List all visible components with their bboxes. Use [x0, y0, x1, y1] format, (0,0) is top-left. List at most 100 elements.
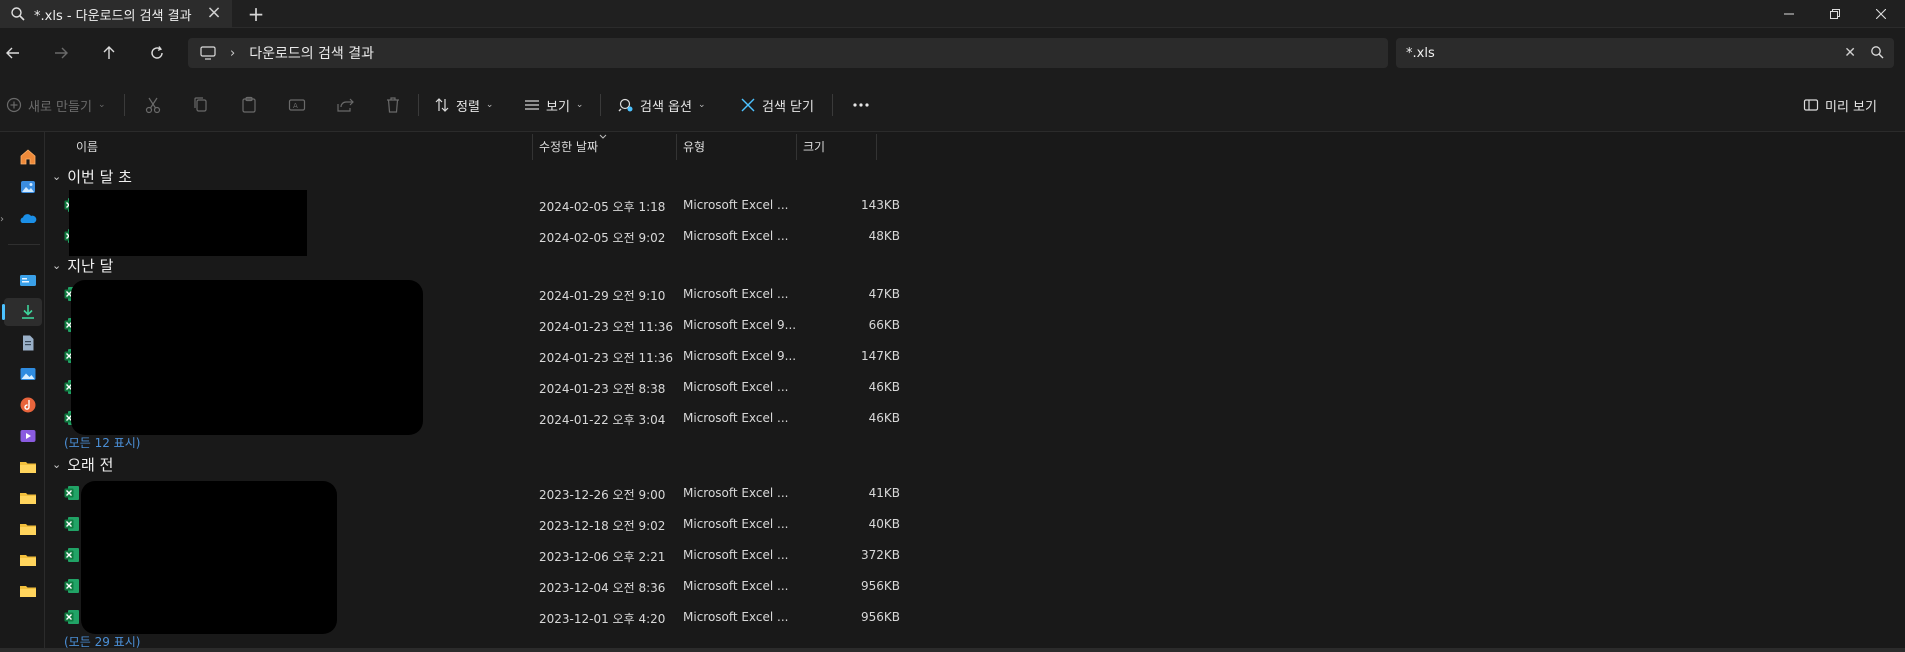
file-size: 41KB — [868, 486, 900, 500]
file-size: 147KB — [860, 349, 900, 363]
redacted-filenames — [81, 481, 337, 634]
more-options-button[interactable] — [852, 92, 876, 118]
close-window-button[interactable] — [1859, 0, 1903, 28]
view-button[interactable]: 보기 ⌄ — [524, 92, 583, 118]
tab-search-results[interactable]: *.xls - 다운로드의 검색 결과 × — [0, 0, 232, 28]
restore-button[interactable] — [1813, 0, 1857, 28]
column-header-size[interactable]: 크기 — [803, 132, 825, 160]
restore-icon — [1830, 9, 1840, 19]
column-resize-handle[interactable] — [676, 134, 677, 160]
music-icon[interactable] — [19, 396, 37, 414]
new-tab-button[interactable]: + — [244, 3, 268, 25]
chevron-right-icon[interactable]: › — [0, 214, 4, 225]
column-header-name[interactable]: 이름 — [76, 132, 98, 160]
computer-icon — [200, 46, 216, 60]
forward-button[interactable] — [48, 40, 74, 66]
file-size: 143KB — [860, 198, 900, 212]
new-button-label: 새로 만들기 — [28, 99, 92, 115]
group-header[interactable]: ⌄ 이번 달 초 — [52, 166, 132, 187]
column-header-date-label: 수정한 날짜 — [539, 139, 599, 154]
close-search-label: 검색 닫기 — [762, 99, 814, 115]
chevron-down-icon: ⌄ — [52, 259, 62, 272]
videos-icon[interactable] — [19, 427, 37, 445]
paste-icon[interactable] — [239, 95, 259, 115]
file-date: 2024-01-23 오전 11:36 — [539, 351, 674, 365]
preview-pane-icon — [1803, 99, 1819, 111]
search-options-label: 검색 옵션 — [640, 99, 692, 115]
minimize-button[interactable] — [1767, 0, 1811, 28]
onedrive-icon[interactable] — [19, 210, 37, 228]
file-date: 2023-12-04 오전 8:36 — [539, 581, 666, 595]
search-icon[interactable] — [1870, 45, 1884, 59]
search-box[interactable]: ✕ — [1396, 38, 1894, 68]
excel-file-icon — [64, 517, 79, 531]
chevron-down-icon: ⌄ — [52, 170, 62, 183]
share-icon[interactable] — [335, 95, 355, 115]
close-search-button[interactable]: 검색 닫기 — [740, 92, 814, 118]
group-header[interactable]: ⌄ 오래 전 — [52, 454, 113, 475]
gallery-icon[interactable] — [19, 178, 37, 196]
redacted-filenames — [69, 190, 307, 256]
column-header-date[interactable]: 수정한 날짜 — [539, 132, 598, 160]
new-button[interactable]: 새로 만들기 ⌄ — [6, 92, 105, 118]
folder-icon[interactable] — [19, 489, 37, 507]
toolbar-divider — [832, 94, 833, 116]
chevron-down-icon: ⌄ — [97, 100, 106, 110]
chevron-down-icon: ⌄ — [485, 100, 494, 110]
search-options-icon — [618, 98, 633, 112]
search-options-button[interactable]: 검색 옵션 ⌄ — [618, 92, 706, 118]
documents-icon[interactable] — [19, 334, 37, 352]
file-type: Microsoft Excel ... — [683, 517, 789, 531]
column-header-type[interactable]: 유형 — [683, 132, 705, 160]
minimize-icon — [1784, 13, 1794, 15]
sort-button[interactable]: 정렬 ⌄ — [434, 92, 493, 118]
svg-text:A: A — [293, 102, 298, 110]
column-resize-handle[interactable] — [796, 134, 797, 160]
folder-icon[interactable] — [19, 520, 37, 538]
refresh-button[interactable] — [144, 40, 170, 66]
group-header[interactable]: ⌄ 지난 달 — [52, 255, 113, 276]
folder-icon[interactable] — [19, 582, 37, 600]
group-label: 오래 전 — [67, 456, 114, 474]
folder-icon[interactable] — [19, 551, 37, 569]
desktop-icon[interactable] — [19, 272, 37, 290]
home-icon[interactable] — [19, 148, 37, 166]
file-type: Microsoft Excel ... — [683, 411, 789, 425]
back-button[interactable] — [0, 40, 26, 66]
navigation-bar: › 다운로드의 검색 결과 ✕ — [0, 28, 1905, 78]
clear-search-icon[interactable]: ✕ — [1844, 45, 1856, 61]
column-resize-handle[interactable] — [876, 134, 877, 160]
sort-button-label: 정렬 — [456, 99, 480, 115]
file-size: 47KB — [868, 287, 900, 301]
rename-icon[interactable]: A — [287, 95, 307, 115]
search-input[interactable] — [1406, 45, 1806, 61]
show-all-link[interactable]: (모든 12 표시) — [64, 434, 140, 451]
file-size: 66KB — [868, 318, 900, 332]
breadcrumb[interactable]: 다운로드의 검색 결과 — [249, 43, 374, 63]
copy-icon[interactable] — [191, 95, 211, 115]
file-type: Microsoft Excel ... — [683, 198, 789, 212]
downloads-icon[interactable] — [19, 303, 37, 321]
folder-icon[interactable] — [19, 458, 37, 476]
file-size: 46KB — [868, 411, 900, 425]
file-type: Microsoft Excel ... — [683, 610, 789, 624]
chevron-down-icon: ⌄ — [575, 100, 584, 110]
close-icon — [1876, 9, 1886, 19]
file-type: Microsoft Excel 9... — [683, 318, 797, 332]
view-button-label: 보기 — [546, 99, 570, 115]
excel-file-icon — [64, 548, 79, 562]
up-button[interactable] — [96, 40, 122, 66]
group-label: 지난 달 — [67, 257, 114, 275]
delete-icon[interactable] — [383, 95, 403, 115]
file-size: 48KB — [868, 229, 900, 243]
file-date: 2024-02-05 오후 1:18 — [539, 200, 666, 214]
close-tab-icon[interactable]: × — [204, 4, 224, 24]
file-list: 이름 수정한 날짜 유형 크기 ⌄ 이번 달 초 2024-02-05 오후 1:… — [46, 132, 1905, 652]
excel-file-icon — [64, 579, 79, 593]
preview-pane-button[interactable]: 미리 보기 — [1803, 92, 1877, 118]
column-resize-handle[interactable] — [532, 134, 533, 160]
cut-icon[interactable] — [143, 95, 163, 115]
address-bar[interactable]: › 다운로드의 검색 결과 — [188, 38, 1388, 68]
pictures-icon[interactable] — [19, 365, 37, 383]
toolbar-divider — [418, 94, 419, 116]
